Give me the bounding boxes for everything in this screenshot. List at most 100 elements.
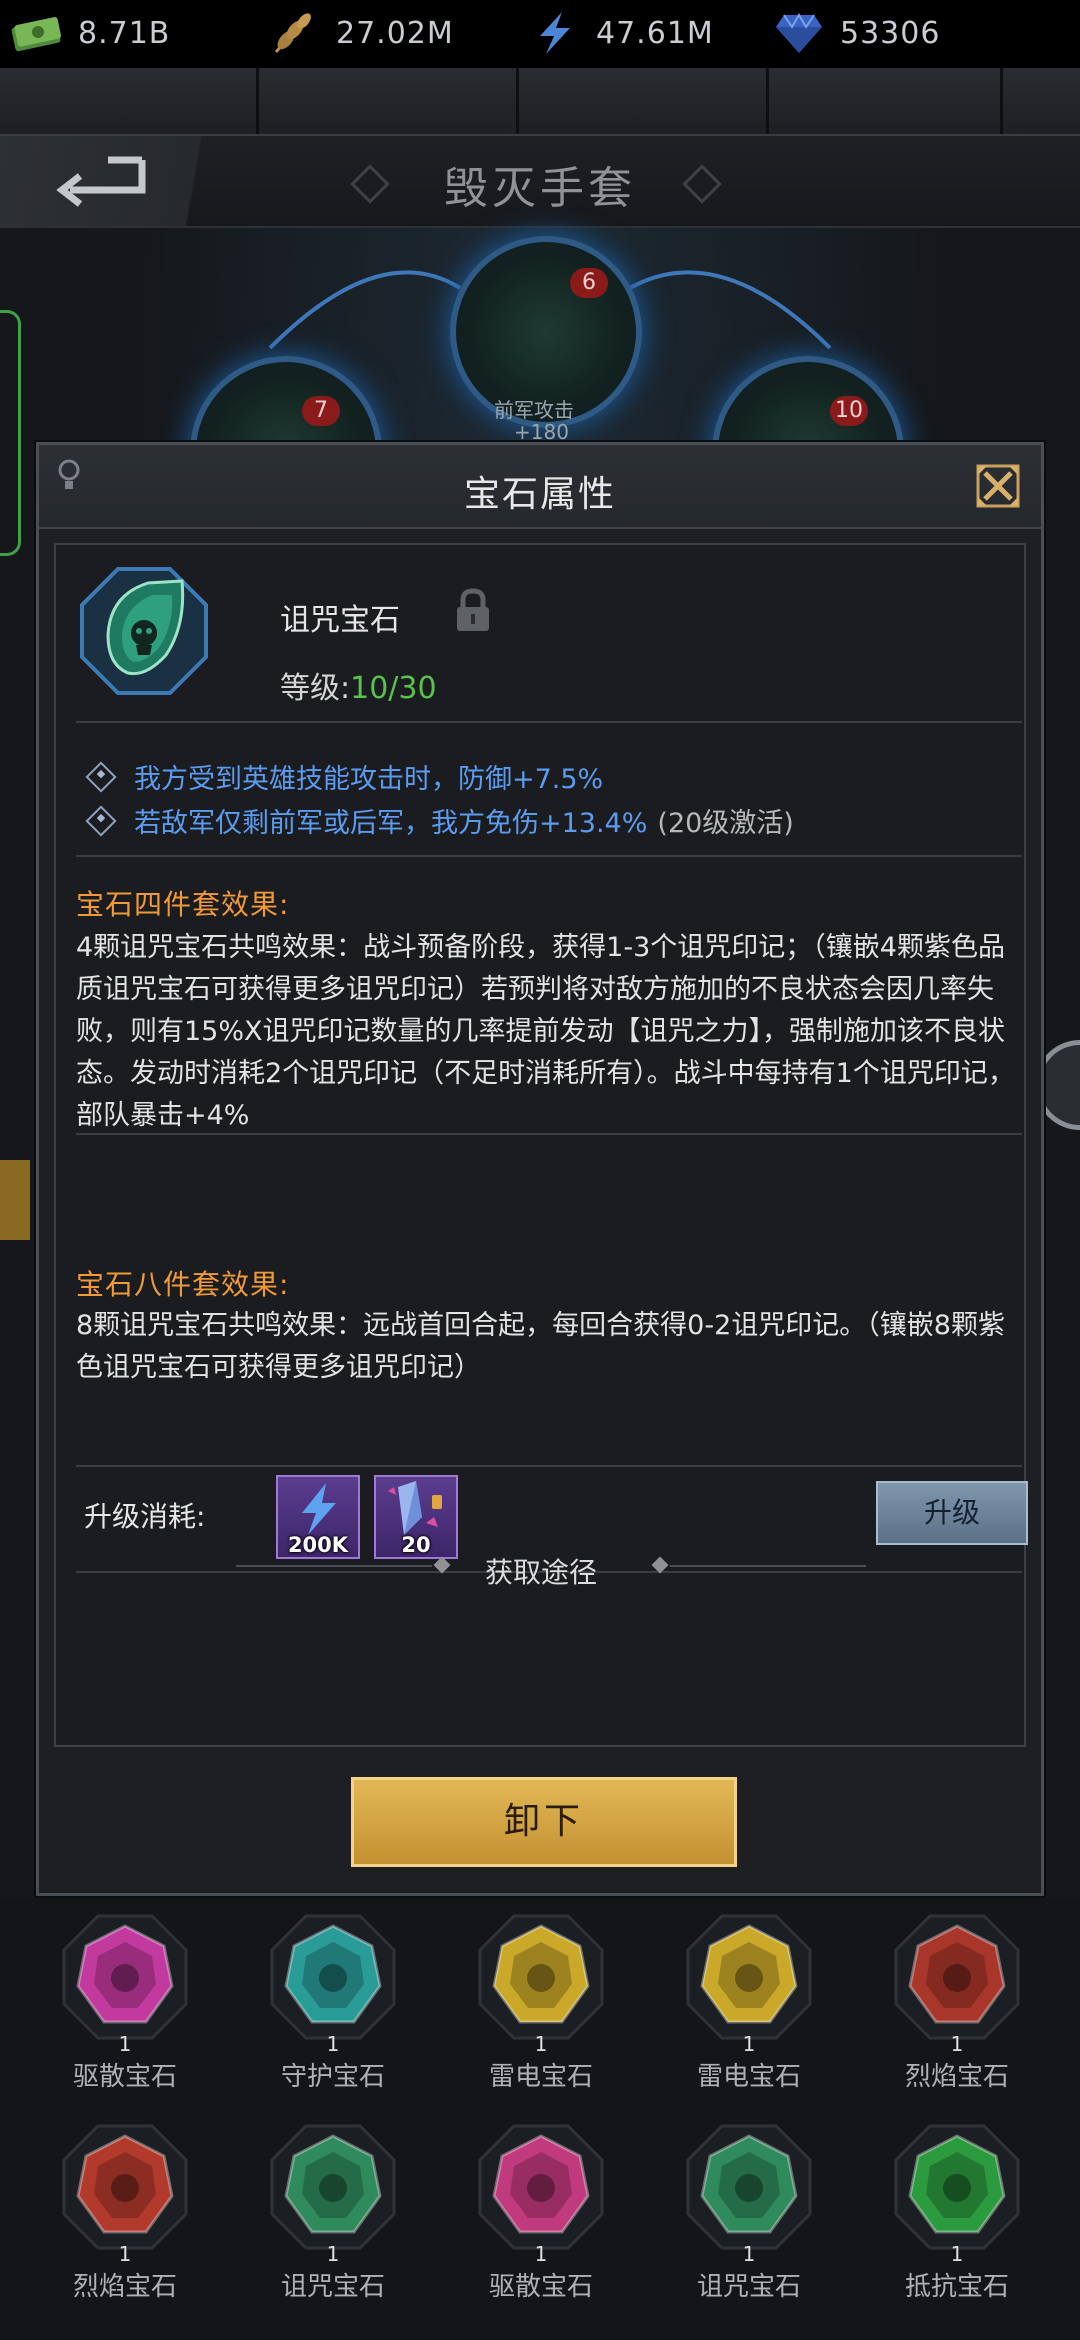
acquire-source-label: 获取途径 bbox=[484, 1556, 597, 1589]
lock-icon[interactable] bbox=[452, 587, 494, 635]
gem-inventory-item[interactable]: 1 驱散宝石 bbox=[40, 1906, 210, 2096]
divider bbox=[76, 855, 1022, 857]
set8-title: 宝石八件套效果: bbox=[76, 1268, 290, 1301]
slot-badge: 6 bbox=[570, 268, 608, 298]
gem-inventory-item[interactable]: 1 雷电宝石 bbox=[664, 1906, 834, 2096]
gem-inventory-item[interactable]: 1 守护宝石 bbox=[248, 1906, 418, 2096]
diamond-bullet-icon bbox=[85, 804, 117, 837]
gem-name-label: 诅咒宝石 bbox=[696, 2272, 801, 2302]
wheat-icon bbox=[268, 10, 322, 56]
dialog-content: 诅咒宝石 等级:10/30 我方受到英雄技能攻击时，防御+7.5% 若敌军仅剩前… bbox=[54, 543, 1028, 1747]
curse-gem-icon bbox=[270, 2124, 396, 2250]
slot-badge: 7 bbox=[302, 396, 340, 426]
crystal-shard-icon bbox=[388, 1481, 442, 1535]
gem-inventory-item[interactable]: 1 驱散宝石 bbox=[456, 2116, 626, 2306]
upgrade-button[interactable]: 升级 bbox=[876, 1481, 1028, 1545]
gem-attributes-dialog: 宝石属性 诅咒宝石 等级:10/30 我方受到英雄技能攻击时，防御+7.5% 若… bbox=[36, 442, 1044, 1896]
attribute-text: 若敌军仅剩前军或后军，我方免伤+13.4% bbox=[134, 808, 648, 839]
diamond-bullet-icon bbox=[85, 760, 117, 793]
divider bbox=[76, 1465, 1022, 1467]
gem-name-label: 雷电宝石 bbox=[696, 2062, 801, 2092]
gem-count: 1 bbox=[950, 2242, 964, 2266]
gem-name-label: 抵抗宝石 bbox=[904, 2272, 1009, 2302]
lightning-icon bbox=[528, 10, 582, 56]
attribute-extra: (20级激活) bbox=[657, 808, 794, 839]
slot-sub: +180 bbox=[514, 420, 569, 444]
dialog-header: 宝石属性 bbox=[39, 445, 1041, 529]
gem-name-label: 雷电宝石 bbox=[488, 2062, 593, 2092]
gem-name-label: 烈焰宝石 bbox=[72, 2272, 177, 2302]
gem-count: 1 bbox=[534, 2242, 548, 2266]
gem-name-label: 驱散宝石 bbox=[488, 2272, 593, 2302]
resource-divider bbox=[516, 68, 519, 134]
resource-divider bbox=[1000, 68, 1003, 134]
resource-food[interactable]: 27.02M bbox=[268, 10, 454, 56]
side-gold-tab[interactable] bbox=[0, 1160, 30, 1240]
curse-gem-icon bbox=[686, 2124, 812, 2250]
energy-icon bbox=[302, 1483, 336, 1535]
dispel-gem-icon bbox=[62, 1914, 188, 2040]
set8-body: 8颗诅咒宝石共鸣效果：远战首回合起，每回合获得0-2诅咒印记。（镶嵌8颗紫色诅咒… bbox=[76, 1310, 1005, 1383]
gem-inventory-item[interactable]: 1 诅咒宝石 bbox=[664, 2116, 834, 2306]
curse-gem-icon bbox=[78, 565, 210, 697]
diamond-icon bbox=[772, 10, 826, 56]
energy-value: 47.61M bbox=[596, 15, 714, 51]
acquire-source-header: 获取途径 bbox=[236, 1545, 936, 1589]
upgrade-cost-label: 升级消耗: bbox=[84, 1500, 206, 1533]
gem-inventory-item[interactable]: 1 烈焰宝石 bbox=[872, 1906, 1042, 2096]
gem-inventory-item[interactable]: 1 烈焰宝石 bbox=[40, 2116, 210, 2306]
gem-level-max: /30 bbox=[388, 671, 437, 706]
gem-count: 1 bbox=[534, 2032, 548, 2056]
slot-badge: 10 bbox=[830, 396, 868, 426]
thunder-gem-icon bbox=[686, 1914, 812, 2040]
gem-name-label: 诅咒宝石 bbox=[280, 2272, 385, 2302]
gem-inventory-item[interactable]: 1 雷电宝石 bbox=[456, 1906, 626, 2096]
gem-count: 1 bbox=[742, 2242, 756, 2266]
page-title: 毁灭手套 bbox=[444, 163, 636, 214]
gem-inventory-item[interactable]: 1 诅咒宝石 bbox=[248, 2116, 418, 2306]
flame-gem-icon bbox=[62, 2124, 188, 2250]
unload-button[interactable]: 卸下 bbox=[351, 1777, 737, 1867]
set4-body: 4颗诅咒宝石共鸣效果：战斗预备阶段，获得1-3个诅咒印记；（镶嵌4颗紫色品质诅咒… bbox=[76, 932, 1015, 1131]
close-icon[interactable] bbox=[975, 463, 1021, 509]
resource-bar bbox=[0, 68, 1080, 136]
food-value: 27.02M bbox=[336, 15, 454, 51]
resource-cash[interactable]: 8.71B bbox=[10, 10, 170, 56]
resource-diamond[interactable]: 53306 bbox=[772, 10, 940, 56]
divider bbox=[76, 721, 1022, 723]
gem-count: 1 bbox=[326, 2032, 340, 2056]
gem-count: 1 bbox=[742, 2032, 756, 2056]
divider bbox=[76, 1133, 1022, 1135]
gem-count: 1 bbox=[950, 2032, 964, 2056]
resist-gem-icon bbox=[894, 2124, 1020, 2250]
gem-level-prefix: 等级: bbox=[280, 671, 351, 706]
gem-level-current: 10 bbox=[350, 671, 389, 706]
gem-count: 1 bbox=[118, 2032, 132, 2056]
diamond-value: 53306 bbox=[840, 15, 941, 51]
guard-gem-icon bbox=[270, 1914, 396, 2040]
set4-title: 宝石四件套效果: bbox=[76, 888, 290, 921]
dialog-title: 宝石属性 bbox=[463, 474, 616, 515]
gem-name-label: 驱散宝石 bbox=[72, 2062, 177, 2092]
gem-name-label: 守护宝石 bbox=[280, 2062, 385, 2092]
gem-inventory-item[interactable]: 1 抵抗宝石 bbox=[872, 2116, 1042, 2306]
resource-divider bbox=[766, 68, 769, 134]
gem-count: 1 bbox=[118, 2242, 132, 2266]
side-tab[interactable] bbox=[0, 310, 21, 556]
thunder-gem-icon bbox=[478, 1914, 604, 2040]
gem-name-label: 烈焰宝石 bbox=[904, 2062, 1009, 2092]
divider-line bbox=[670, 1565, 866, 1567]
gem-count: 1 bbox=[326, 2242, 340, 2266]
flame-gem-icon bbox=[894, 1914, 1020, 2040]
cash-icon bbox=[10, 10, 64, 56]
cash-value: 8.71B bbox=[78, 15, 171, 51]
slot-label: 前军攻击 bbox=[494, 398, 574, 422]
gem-attribute-1: 我方受到英雄技能攻击时，防御+7.5% bbox=[85, 757, 613, 796]
gem-name: 诅咒宝石 bbox=[280, 603, 400, 638]
dispel-gem-icon bbox=[478, 2124, 604, 2250]
resource-energy[interactable]: 47.61M bbox=[528, 10, 714, 56]
gem-level: 等级:10/30 bbox=[280, 663, 437, 707]
resource-divider bbox=[256, 68, 259, 134]
attribute-text: 我方受到英雄技能攻击时，防御+7.5% bbox=[134, 764, 604, 795]
gem-attribute-2: 若敌军仅剩前军或后军，我方免伤+13.4% (20级激活) bbox=[85, 801, 794, 840]
